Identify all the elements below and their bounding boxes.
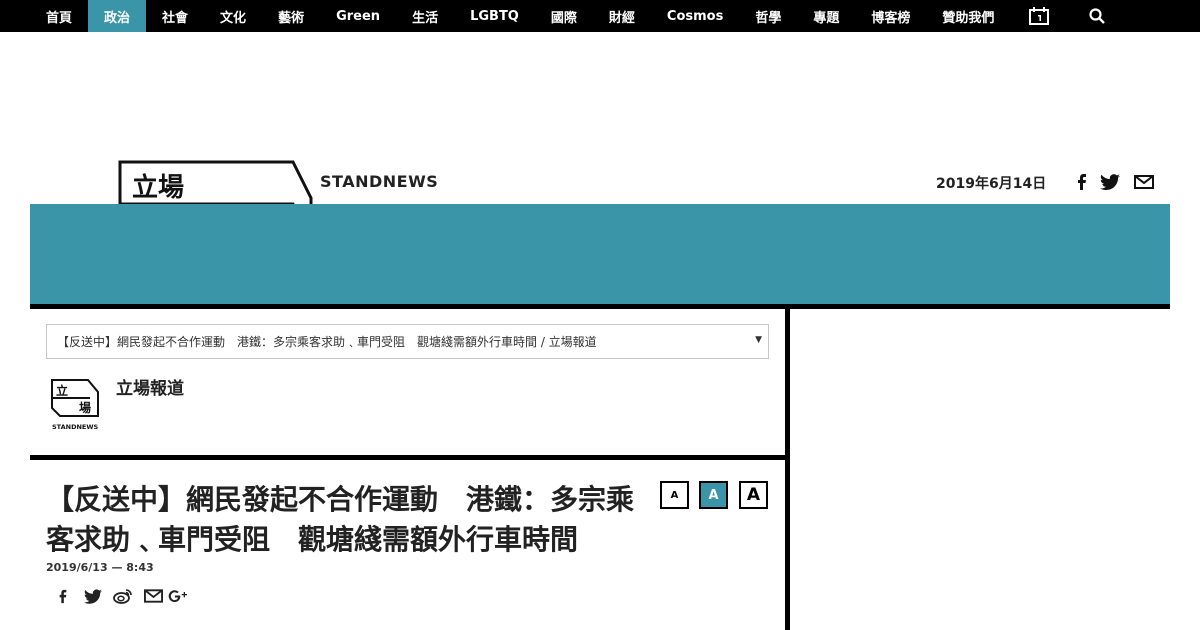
facebook-icon[interactable] — [1071, 171, 1093, 193]
current-date: 2019年6月14日 — [936, 176, 1047, 192]
nav-item-8[interactable]: 國際 — [535, 0, 593, 32]
article-title: 【反送中】網民發起不合作運動 港鐵：多宗乘客求助﹑車門受阻 觀塘綫需額外行車時間 — [46, 483, 635, 556]
header-banner — [30, 204, 1170, 304]
article-timestamp: 2019/6/13 — 8:43 — [46, 561, 154, 574]
author-name[interactable]: 立場報道 — [116, 374, 184, 399]
author-logo-bottom: 場 — [79, 400, 91, 415]
nav-item-1[interactable]: 政治 — [88, 0, 147, 32]
nav-item-5[interactable]: Green — [320, 0, 396, 32]
column-divider — [785, 304, 790, 630]
chevron-down-icon: ▼ — [755, 335, 762, 345]
nav-item-2[interactable]: 社會 — [146, 0, 204, 32]
nav-item-3[interactable]: 文化 — [204, 0, 262, 32]
nav-item-14[interactable]: 贊助我們 — [926, 0, 1010, 32]
author-logo-top: 立 — [56, 383, 68, 398]
header-divider — [30, 304, 1170, 309]
google-plus-icon[interactable] — [166, 585, 190, 607]
nav-item-9[interactable]: 財經 — [593, 0, 651, 32]
article-select-value: 【反送中】網民發起不合作運動 港鐵：多宗乘客求助﹑車門受阻 觀塘綫需額外行車時間… — [57, 335, 597, 349]
nav-item-6[interactable]: 生活 — [396, 0, 454, 32]
author-logo-caption: STANDNEWS — [52, 423, 99, 431]
font-size-medium-button[interactable]: A — [699, 481, 728, 509]
article-select[interactable]: 【反送中】網民發起不合作運動 港鐵：多宗乘客求助﹑車門受阻 觀塘綫需額外行車時間… — [46, 324, 769, 359]
font-size-large-button[interactable]: A — [739, 481, 768, 509]
top-nav: 首頁 政治 社會 文化 藝術 Green 生活 LGBTQ 國際 財經 Cosmos 哲學 專題 博客榜贊… — [0, 0, 1200, 32]
nav-item-13[interactable]: 博客榜 — [855, 0, 926, 32]
nav-item-12[interactable]: 專題 — [797, 0, 855, 32]
nav-item-4[interactable]: 藝術 — [262, 0, 320, 32]
nav-item-0[interactable]: 首頁 — [30, 0, 88, 32]
brand-name: STANDNEWS — [320, 172, 439, 191]
nav-item-11[interactable]: 哲學 — [739, 0, 797, 32]
weibo-icon[interactable] — [111, 585, 135, 607]
section-divider — [30, 455, 786, 460]
nav-item-7[interactable]: LGBTQ — [454, 0, 535, 32]
calendar-icon[interactable] — [1010, 0, 1068, 32]
mail-icon[interactable] — [1133, 171, 1155, 193]
logo-text-top: 立場 — [132, 172, 184, 203]
author-avatar[interactable]: 立 場 STANDNEWS — [50, 378, 102, 432]
twitter-icon[interactable] — [1099, 171, 1121, 193]
twitter-icon[interactable] — [81, 585, 105, 607]
search-icon[interactable] — [1068, 0, 1126, 32]
nav-item-10[interactable]: Cosmos — [651, 0, 739, 32]
facebook-icon[interactable] — [51, 585, 75, 607]
font-size-small-button[interactable]: A — [660, 481, 689, 509]
mail-icon[interactable] — [141, 585, 165, 607]
